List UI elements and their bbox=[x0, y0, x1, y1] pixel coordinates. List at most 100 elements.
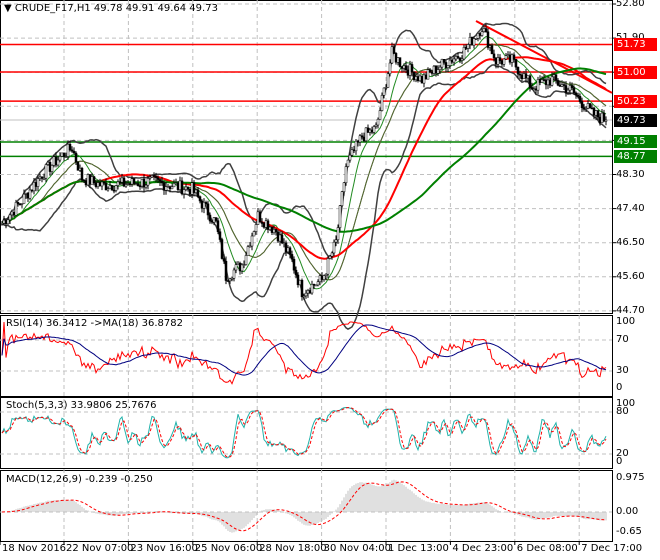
candle-body bbox=[468, 37, 472, 45]
candle-body bbox=[252, 231, 256, 237]
candle-body bbox=[216, 220, 220, 232]
candle-body bbox=[340, 191, 344, 206]
symbol-header: ▼ CRUDE_F17,H1 49.78 49.91 49.64 49.73 bbox=[4, 3, 218, 14]
ma-short bbox=[1, 44, 607, 281]
candle-body bbox=[578, 96, 582, 102]
candle-body bbox=[584, 108, 588, 110]
candle-body bbox=[10, 211, 14, 216]
candle-body bbox=[26, 192, 30, 199]
candle-body bbox=[568, 85, 572, 91]
candle-body bbox=[474, 38, 478, 40]
price-axis-label: 52.80 bbox=[616, 0, 645, 9]
candle-body bbox=[204, 202, 208, 205]
candle-body bbox=[100, 181, 104, 187]
candle-body bbox=[144, 184, 148, 188]
candle-body bbox=[396, 57, 400, 63]
candle-body bbox=[176, 182, 180, 190]
candle-body bbox=[6, 219, 10, 225]
candle-body bbox=[428, 69, 432, 73]
candle-body bbox=[172, 183, 176, 188]
rsi-ma-line bbox=[1, 324, 607, 376]
candle-body bbox=[238, 262, 242, 272]
candle-body bbox=[546, 79, 550, 86]
time-axis-label: 25 Nov 06:00 bbox=[194, 543, 263, 554]
candle-body bbox=[48, 161, 52, 172]
candle-body bbox=[212, 217, 216, 223]
time-axis-label: 6 Dec 08:00 bbox=[516, 543, 578, 554]
candle-body bbox=[444, 62, 448, 68]
candle-body bbox=[570, 85, 574, 88]
candle-body bbox=[290, 254, 294, 260]
candle-body bbox=[56, 159, 60, 166]
candle-body bbox=[602, 112, 606, 122]
candle-body bbox=[164, 186, 168, 191]
price-level-tag: 51.73 bbox=[614, 37, 657, 51]
candle-body bbox=[310, 284, 314, 294]
candle-body bbox=[512, 54, 516, 60]
candle-body bbox=[250, 235, 254, 247]
candle-body bbox=[538, 79, 542, 83]
candle-body bbox=[478, 33, 482, 36]
candle-body bbox=[14, 202, 18, 216]
candle-body bbox=[104, 183, 108, 191]
price-level-tag: 51.00 bbox=[614, 65, 657, 79]
candle-body bbox=[414, 76, 418, 80]
candle-body bbox=[112, 189, 116, 192]
candle-body bbox=[52, 156, 56, 166]
candle-body bbox=[458, 57, 462, 61]
candle-body bbox=[2, 219, 6, 224]
dropdown-triangle-icon[interactable]: ▼ bbox=[4, 3, 12, 14]
candle-body bbox=[344, 166, 348, 184]
candle-body bbox=[42, 177, 46, 180]
candle-body bbox=[266, 220, 270, 230]
candle-body bbox=[438, 66, 442, 70]
candle-body bbox=[292, 258, 296, 271]
candle-body bbox=[574, 92, 578, 96]
time-axis-label: 7 Dec 17:00 bbox=[581, 543, 643, 554]
candle-body bbox=[392, 46, 396, 54]
macd-axis-min: -0.65 bbox=[616, 526, 642, 537]
candle-body bbox=[128, 183, 132, 185]
symbol-label: CRUDE_F17,H1 bbox=[14, 3, 91, 14]
candle-body bbox=[518, 73, 522, 76]
candle-body bbox=[482, 28, 486, 32]
candle-body bbox=[362, 136, 366, 142]
candle-body bbox=[140, 178, 144, 187]
candle-body bbox=[168, 186, 172, 190]
candle-body bbox=[448, 59, 452, 66]
candle-body bbox=[258, 211, 262, 223]
candle-body bbox=[32, 182, 36, 192]
candle-body bbox=[456, 56, 460, 58]
candle-body bbox=[120, 177, 124, 183]
candle-body bbox=[434, 65, 438, 74]
candle-body bbox=[402, 65, 406, 69]
candle-body bbox=[374, 124, 378, 127]
candle-body bbox=[154, 176, 158, 178]
candle-body bbox=[58, 156, 62, 161]
candle-body bbox=[282, 242, 286, 245]
candle-body bbox=[24, 192, 28, 195]
candle-body bbox=[304, 292, 308, 297]
chart-window[interactable]: ▼ CRUDE_F17,H1 49.78 49.91 49.64 49.73 5… bbox=[0, 0, 660, 560]
candle-body bbox=[380, 95, 384, 111]
candle-body bbox=[196, 189, 200, 197]
candle-body bbox=[470, 37, 474, 46]
candle-body bbox=[46, 161, 50, 165]
candle-body bbox=[514, 59, 518, 68]
candle-body bbox=[280, 234, 284, 244]
rsi-label: RSI(14) 36.3412 ->MA(18) 36.8782 bbox=[6, 318, 183, 329]
candle-body bbox=[0, 223, 4, 225]
candle-body bbox=[520, 74, 524, 80]
candle-body bbox=[156, 177, 160, 180]
time-axis-label: 18 Nov 2016 bbox=[2, 543, 67, 554]
candle-body bbox=[302, 295, 306, 298]
candle-body bbox=[138, 185, 142, 188]
time-axis-label: 1 Dec 13:00 bbox=[388, 543, 449, 554]
time-axis-label: 23 Nov 16:00 bbox=[130, 543, 198, 554]
candle-body bbox=[260, 221, 264, 224]
candle-body bbox=[542, 79, 546, 81]
candle-body bbox=[74, 152, 78, 163]
candle-body bbox=[476, 33, 480, 39]
candle-body bbox=[110, 185, 114, 191]
candle-body bbox=[528, 75, 532, 88]
